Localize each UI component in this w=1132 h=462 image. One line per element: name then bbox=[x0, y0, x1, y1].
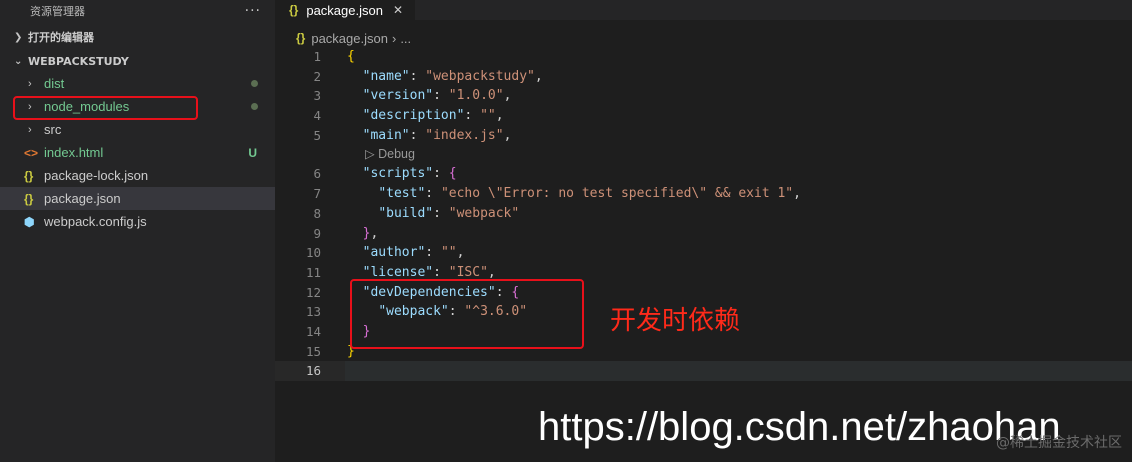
explorer-header: 资源管理器 ··· bbox=[0, 0, 275, 22]
breadcrumb: {} package.json › ... bbox=[296, 28, 411, 48]
chevron-right-icon: › bbox=[28, 77, 32, 90]
breadcrumb-file[interactable]: package.json bbox=[311, 31, 388, 46]
explorer-title: 资源管理器 bbox=[30, 5, 85, 18]
annotation-box-dev-dependencies bbox=[350, 279, 584, 349]
debug-label: Debug bbox=[378, 147, 415, 162]
more-actions-icon[interactable]: ··· bbox=[245, 3, 261, 19]
open-editors-label: 打开的编辑器 bbox=[28, 31, 94, 44]
tree-item-index-html[interactable]: <> index.html U bbox=[0, 141, 275, 164]
explorer-sidebar: 资源管理器 ··· ❯ 打开的编辑器 ⌄ WEBPACKSTUDY › dist… bbox=[0, 0, 275, 462]
tree-item-dist[interactable]: › dist bbox=[0, 72, 275, 95]
code-line: 1{ bbox=[313, 49, 355, 64]
chevron-right-icon: › bbox=[28, 123, 32, 136]
code-line: 2 "name": "webpackstudy", bbox=[313, 68, 543, 84]
tab-bar: {} package.json ✕ bbox=[275, 0, 1132, 20]
project-section[interactable]: ⌄ WEBPACKSTUDY bbox=[0, 50, 275, 72]
chevron-down-icon: ⌄ bbox=[14, 55, 23, 67]
json-file-icon: {} bbox=[289, 3, 299, 17]
annotation-box-node-modules bbox=[13, 96, 198, 120]
tree-item-label: webpack.config.js bbox=[44, 214, 147, 229]
code-line: 7 "test": "echo \"Error: no test specifi… bbox=[313, 186, 801, 202]
tree-item-label: package-lock.json bbox=[44, 168, 149, 183]
breadcrumb-separator: › bbox=[391, 30, 397, 46]
git-modified-dot bbox=[251, 80, 258, 87]
debug-code-lens[interactable]: ▷ Debug bbox=[275, 145, 1132, 164]
tree-item-package-json[interactable]: {} package.json bbox=[0, 187, 275, 210]
code-line: 4 "description": "", bbox=[313, 108, 504, 124]
git-modified-dot bbox=[251, 103, 258, 110]
breadcrumb-more[interactable]: ... bbox=[400, 31, 411, 46]
tree-item-label: index.html bbox=[44, 145, 104, 160]
tree-item-package-lock[interactable]: {} package-lock.json bbox=[0, 164, 275, 187]
code-line: 9 }, bbox=[313, 225, 379, 241]
json-file-icon: {} bbox=[24, 191, 34, 206]
code-line: 8 "build": "webpack" bbox=[313, 205, 520, 221]
close-icon[interactable]: ✕ bbox=[393, 3, 403, 17]
watermark-url: https://blog.csdn.net/zhaohan bbox=[538, 405, 1061, 449]
html-file-icon: <> bbox=[24, 145, 39, 160]
code-line: 10 "author": "", bbox=[305, 245, 465, 261]
code-line: 6 "scripts": { bbox=[313, 166, 457, 182]
json-file-icon: {} bbox=[296, 31, 306, 45]
code-line: 5 "main": "index.js", bbox=[313, 127, 512, 143]
code-line: 3 "version": "1.0.0", bbox=[313, 88, 512, 104]
webpack-file-icon: ⬢ bbox=[24, 214, 35, 229]
code-line-current: 16 bbox=[275, 361, 1132, 381]
git-untracked-badge: U bbox=[248, 145, 257, 160]
json-file-icon: {} bbox=[24, 168, 34, 183]
chevron-right-icon: ❯ bbox=[14, 31, 23, 43]
tab-package-json[interactable]: {} package.json ✕ bbox=[275, 0, 415, 20]
annotation-text: 开发时依赖 bbox=[610, 306, 741, 336]
tree-item-label: src bbox=[44, 122, 62, 137]
tree-item-label: package.json bbox=[44, 191, 121, 206]
play-icon: ▷ bbox=[365, 147, 379, 162]
tree-item-label: dist bbox=[44, 76, 65, 91]
project-label: WEBPACKSTUDY bbox=[28, 54, 129, 68]
tree-item-src[interactable]: › src bbox=[0, 118, 275, 141]
open-editors-section[interactable]: ❯ 打开的编辑器 bbox=[0, 26, 275, 48]
tree-item-webpack-config[interactable]: ⬢ webpack.config.js bbox=[0, 210, 275, 233]
tab-label: package.json bbox=[306, 2, 383, 18]
watermark-site: @稀土掘金技术社区 bbox=[996, 435, 1122, 451]
